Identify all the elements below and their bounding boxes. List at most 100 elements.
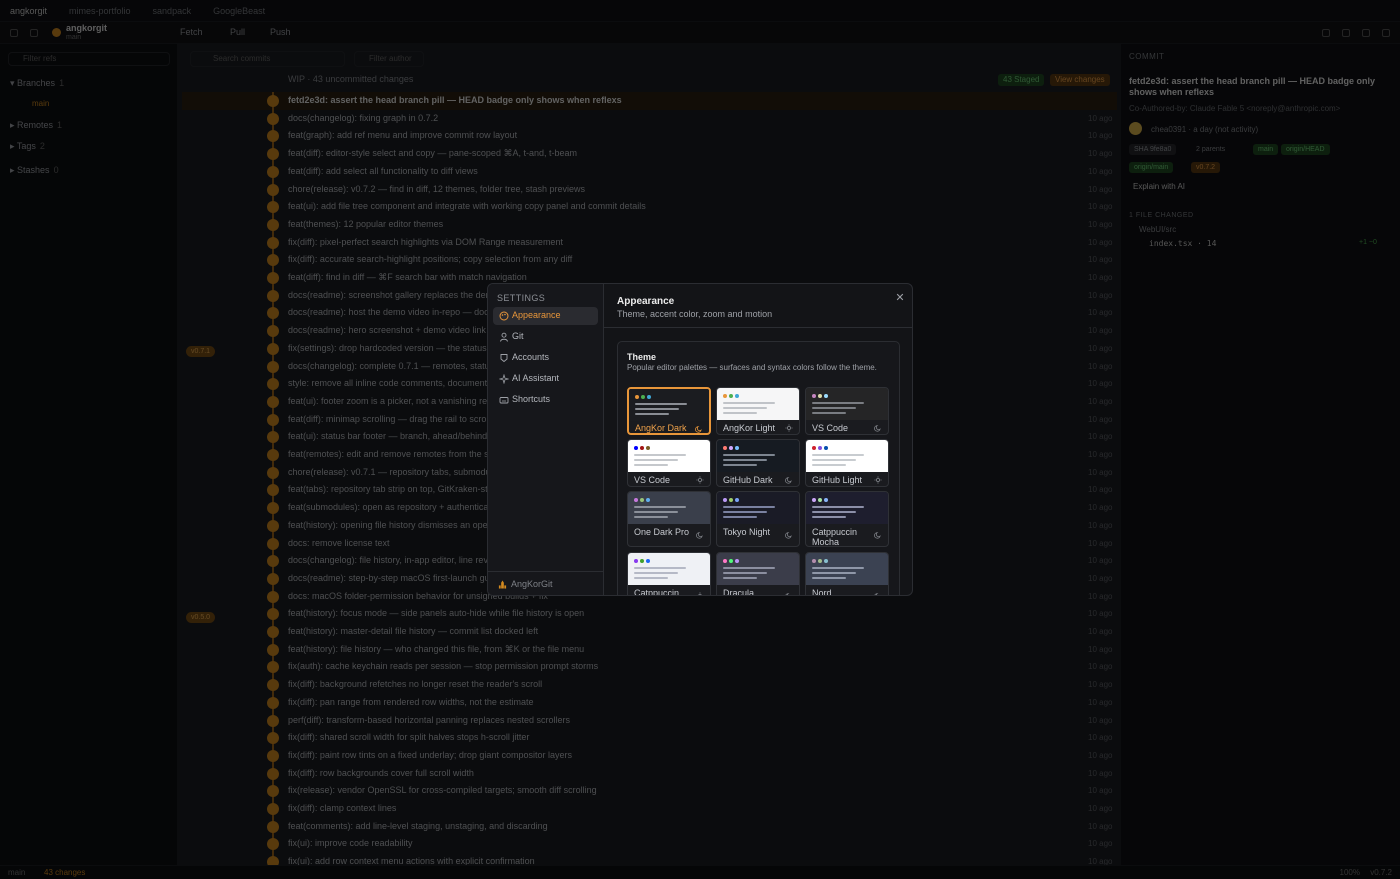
commit-node [267,360,279,373]
theme-option[interactable]: AngKor Dark [627,387,711,435]
close-icon[interactable]: ✕ [894,292,906,304]
branch-chip[interactable]: origin/HEAD [1281,144,1330,155]
table-row[interactable]: feat(history): file history — who change… [182,641,1117,659]
commit-time: 10 ago [1088,432,1113,442]
sidebar-branch-main[interactable]: main [32,99,49,108]
table-row[interactable]: feat(graph): add ref menu and improve co… [182,127,1117,145]
table-row[interactable]: fix(diff): paint row tints on a fixed un… [182,747,1117,765]
theme-option[interactable]: GitHub Light [805,439,889,487]
staged-pill[interactable]: 43 Staged [998,74,1045,86]
table-row[interactable]: fix(ui): improve code readability 10 ago [182,835,1117,853]
nav-label: Accounts [512,352,550,362]
nav-item-appearance[interactable]: Appearance [493,307,598,325]
zoom-picker[interactable]: 100% [1340,868,1360,877]
preview-line [723,412,757,414]
theme-option[interactable]: Tokyo Night [716,491,800,547]
repo-avatar [52,28,61,37]
commit-time: 10 ago [1088,821,1113,831]
tag-chip[interactable]: v0.7.2 [1191,162,1221,173]
repo-tab[interactable]: sandpack [153,6,192,16]
table-row[interactable]: feat(history): focus mode — side panels … [182,605,1117,623]
commit-time: 10 ago [1088,255,1113,265]
repo-tab[interactable]: angkorgit [10,6,47,16]
table-row[interactable]: feat(diff): editor-style select and copy… [182,145,1117,163]
theme-option[interactable]: Catppuccin Mocha [805,491,889,547]
swatch-dot [812,559,816,563]
sidebar-group-tags[interactable]: ▸ Tags 2 [10,141,45,152]
table-row[interactable]: fix(diff): row backgrounds cover full sc… [182,765,1117,783]
gear-icon[interactable] [1382,29,1390,37]
branch-chip[interactable]: main [1253,144,1279,155]
filter-author-input[interactable]: Filter author [354,51,424,67]
parents-chip[interactable]: 2 parents [1191,144,1230,155]
view-changes-pill[interactable]: View changes [1050,74,1110,86]
nav-item-ai-assistant[interactable]: AI Assistant [493,370,598,388]
table-row[interactable]: fix(release): vendor OpenSSL for cross-c… [182,782,1117,800]
commit-message: feat(ui): status bar footer — branch, ah… [288,431,488,442]
repo-name[interactable]: angkorgit [66,23,107,33]
theme-option[interactable]: VS Code Light+ [627,439,711,487]
layout-icon[interactable] [1322,29,1330,37]
theme-preview [628,492,710,524]
layout-icon[interactable] [1342,29,1350,37]
table-row[interactable]: fix(diff): clamp context lines 10 ago [182,800,1117,818]
commit-time: 10 ago [1088,786,1113,796]
table-row[interactable]: fix(diff): pixel-perfect search highligh… [182,234,1117,252]
table-row[interactable]: chore(release): v0.7.2 — find in diff, 1… [182,181,1117,199]
sha-chip[interactable]: SHA 9fe8a0 [1129,144,1177,155]
table-row[interactable]: fix(diff): background refetches no longe… [182,676,1117,694]
status-changes[interactable]: 43 changes [44,868,85,877]
nav-item-shortcuts[interactable]: Shortcuts [493,391,598,409]
theme-option[interactable]: Nord [805,552,889,595]
commit-time: 10 ago [1088,573,1113,583]
toolbar: angkorgit main Fetch Pull Push [0,22,1400,44]
table-row[interactable]: perf(diff): transform-based horizontal p… [182,712,1117,730]
table-row[interactable]: feat(history): master-detail file histor… [182,623,1117,641]
filter-refs-input[interactable]: Filter refs [8,52,170,66]
commit-node [267,590,279,603]
sidebar-group-branches[interactable]: ▾ Branches 1 [10,78,64,89]
sidebar-group-remotes[interactable]: ▸ Remotes 1 [10,120,62,131]
theme-option[interactable]: AngKor Light [716,387,800,435]
preview-line [812,464,846,466]
push-button[interactable]: Push [270,27,291,37]
branch-chip[interactable]: origin/main [1129,162,1174,173]
theme-option[interactable]: One Dark Pro [627,491,711,547]
pull-button[interactable]: Pull [230,27,245,37]
commit-time: 10 ago [1088,485,1113,495]
theme-option[interactable]: VS Code Dark+ [805,387,889,435]
table-row[interactable]: fix(diff): pan range from rendered row w… [182,694,1117,712]
search-commits-input[interactable]: Search commits [190,51,345,67]
sidebar-group-stashes[interactable]: ▸ Stashes 0 [10,165,59,176]
swatch-dot [735,498,739,502]
explain-with-ai-button[interactable]: Explain with AI [1133,182,1185,191]
file-row[interactable]: index.tsx · 14 [1149,239,1216,248]
preview-line [723,567,775,569]
nav-item-accounts[interactable]: Accounts [493,349,598,367]
fetch-button[interactable]: Fetch [180,27,203,37]
theme-option[interactable]: Dracula [716,552,800,595]
table-row[interactable]: fix(diff): shared scroll width for split… [182,729,1117,747]
commit-time: 10 ago [1088,662,1113,672]
preview-line [812,402,864,404]
sidebar-toggle-icon[interactable] [10,29,18,37]
table-row[interactable]: docs(changelog): fixing graph in 0.7.2 10… [182,110,1117,128]
table-row[interactable]: feat(diff): add select all functionality… [182,163,1117,181]
table-row[interactable]: fetd2e3d: assert the head branch pill — … [182,92,1117,110]
table-row[interactable]: feat(ui): add file tree component and in… [182,198,1117,216]
folder-row[interactable]: WebUI/src [1139,225,1176,234]
layout-icon[interactable] [30,29,38,37]
nav-item-git[interactable]: Git [493,328,598,346]
theme-option[interactable]: Catppuccin [627,552,711,595]
repo-tab[interactable]: GoogleBeast [213,6,265,16]
table-row[interactable]: fix(diff): accurate search-highlight pos… [182,251,1117,269]
table-row[interactable]: feat(comments): add line-level staging, … [182,818,1117,836]
repo-tab[interactable]: mimes-portfolio [69,6,131,16]
wip-row[interactable]: WIP · 43 uncommitted changes [288,74,413,84]
settings-icon[interactable] [1362,29,1370,37]
theme-option[interactable]: GitHub Dark [716,439,800,487]
swatch-dot [646,559,650,563]
table-row[interactable]: fix(auth): cache keychain reads per sess… [182,658,1117,676]
table-row[interactable]: feat(themes): 12 popular editor themes 10… [182,216,1117,234]
status-branch[interactable]: main [8,868,25,877]
